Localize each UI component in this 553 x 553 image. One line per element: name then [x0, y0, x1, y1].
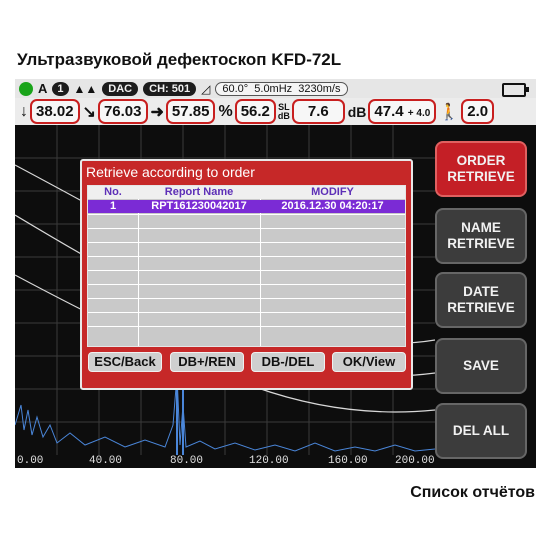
column-header-modify[interactable]: MODIFY — [260, 186, 405, 199]
x-tick-label: 160.00 — [328, 455, 368, 467]
frequency-value: 5.0mHz — [254, 82, 293, 95]
row-divider — [88, 214, 405, 215]
x-tick-label: 80.00 — [170, 455, 204, 467]
velocity-value: 3230m/s — [298, 82, 341, 95]
page-caption: Список отчётов — [410, 484, 535, 501]
row-number: 1 — [109, 200, 117, 212]
save-button[interactable]: SAVE — [435, 338, 527, 394]
report-table: No. Report Name MODIFY 1 RPT161230042017… — [87, 185, 406, 347]
power-indicator-icon — [19, 81, 33, 96]
sl-label: SL dB — [277, 101, 290, 121]
status-bar: A 1 ▲▲ DAC CH: 501 ◿ 60.0° 5.0mHz 3230m/… — [15, 79, 536, 98]
gate-peak-icon: ▲▲ — [73, 81, 98, 96]
table-header-row: No. Report Name MODIFY — [88, 186, 405, 199]
channel-number: 1 — [52, 81, 69, 96]
db-label: dB — [347, 103, 367, 120]
db-minus-delete-button[interactable]: DB-/DEL — [251, 352, 325, 372]
battery-icon — [502, 83, 529, 97]
column-header-report-name[interactable]: Report Name — [138, 186, 260, 199]
ok-view-button[interactable]: OK/View — [332, 352, 406, 372]
date-retrieve-button[interactable]: DATE RETRIEVE — [435, 272, 527, 328]
row-divider — [88, 284, 405, 285]
device-screen: A 1 ▲▲ DAC CH: 501 ◿ 60.0° 5.0mHz 3230m/… — [15, 79, 536, 468]
row-divider — [88, 270, 405, 271]
row-divider — [88, 256, 405, 257]
probe-angle-icon: ◿ — [201, 81, 211, 96]
depth-arrow-icon: ↓ — [20, 102, 28, 120]
depth-reading: 38.02 — [30, 99, 80, 124]
x-tick-label: 120.00 — [249, 455, 289, 467]
sound-path-icon: ➜ — [150, 103, 164, 121]
dac-badge: DAC — [102, 81, 139, 96]
retrieve-dialog: Retrieve according to order No. Report N… — [80, 159, 413, 390]
db-plus-rename-button[interactable]: DB+/REN — [170, 352, 244, 372]
x-tick-label: 40.00 — [89, 455, 123, 467]
order-retrieve-button[interactable]: ORDER RETRIEVE — [435, 141, 527, 197]
sl-reading: 7.6 — [291, 99, 345, 124]
row-divider — [88, 242, 405, 243]
x-tick-label: 200.00 — [395, 455, 435, 467]
dialog-title: Retrieve according to order — [86, 164, 255, 180]
row-modify-date: 2016.12.30 04:20:17 — [281, 200, 384, 212]
row-divider — [88, 326, 405, 327]
surface-distance-reading: 76.03 — [97, 99, 148, 124]
surface-distance-icon: ↘ — [82, 103, 96, 121]
sound-path-reading: 57.85 — [165, 99, 216, 124]
angle-value: 60.0° — [222, 82, 249, 95]
row-divider — [88, 312, 405, 313]
table-row[interactable]: 1 RPT161230042017 2016.12.30 04:20:17 — [88, 200, 405, 213]
row-divider — [88, 298, 405, 299]
esc-back-button[interactable]: ESC/Back — [88, 352, 162, 372]
walking-probe-icon: 🚶 — [439, 103, 460, 121]
row-divider — [88, 228, 405, 229]
page-title: Ультразвуковой дефектоскоп KFD-72L — [17, 50, 342, 69]
row-report-name: RPT161230042017 — [151, 200, 247, 212]
x-tick-label: 0.00 — [17, 455, 44, 467]
amplitude-reading: 56.2 — [234, 99, 276, 124]
channel-badge: CH: 501 — [143, 81, 197, 96]
delete-all-button[interactable]: DEL ALL — [435, 403, 527, 459]
percent-label: % — [218, 102, 233, 120]
probe-reading: 2.0 — [461, 99, 495, 124]
name-retrieve-button[interactable]: NAME RETRIEVE — [435, 208, 527, 264]
x-axis: 0.00 40.00 80.00 120.00 160.00 200.00 — [15, 455, 435, 468]
probe-info: 60.0° 5.0mHz 3230m/s — [215, 81, 348, 96]
column-header-no[interactable]: No. — [88, 186, 138, 199]
gain-reading: 47.4 + 4.0 — [368, 99, 437, 124]
scan-mode: A — [38, 81, 48, 96]
readings-bar: ↓ 38.02 ↘ 76.03 ➜ 57.85 % 56.2 SL dB 7.6… — [15, 98, 536, 125]
